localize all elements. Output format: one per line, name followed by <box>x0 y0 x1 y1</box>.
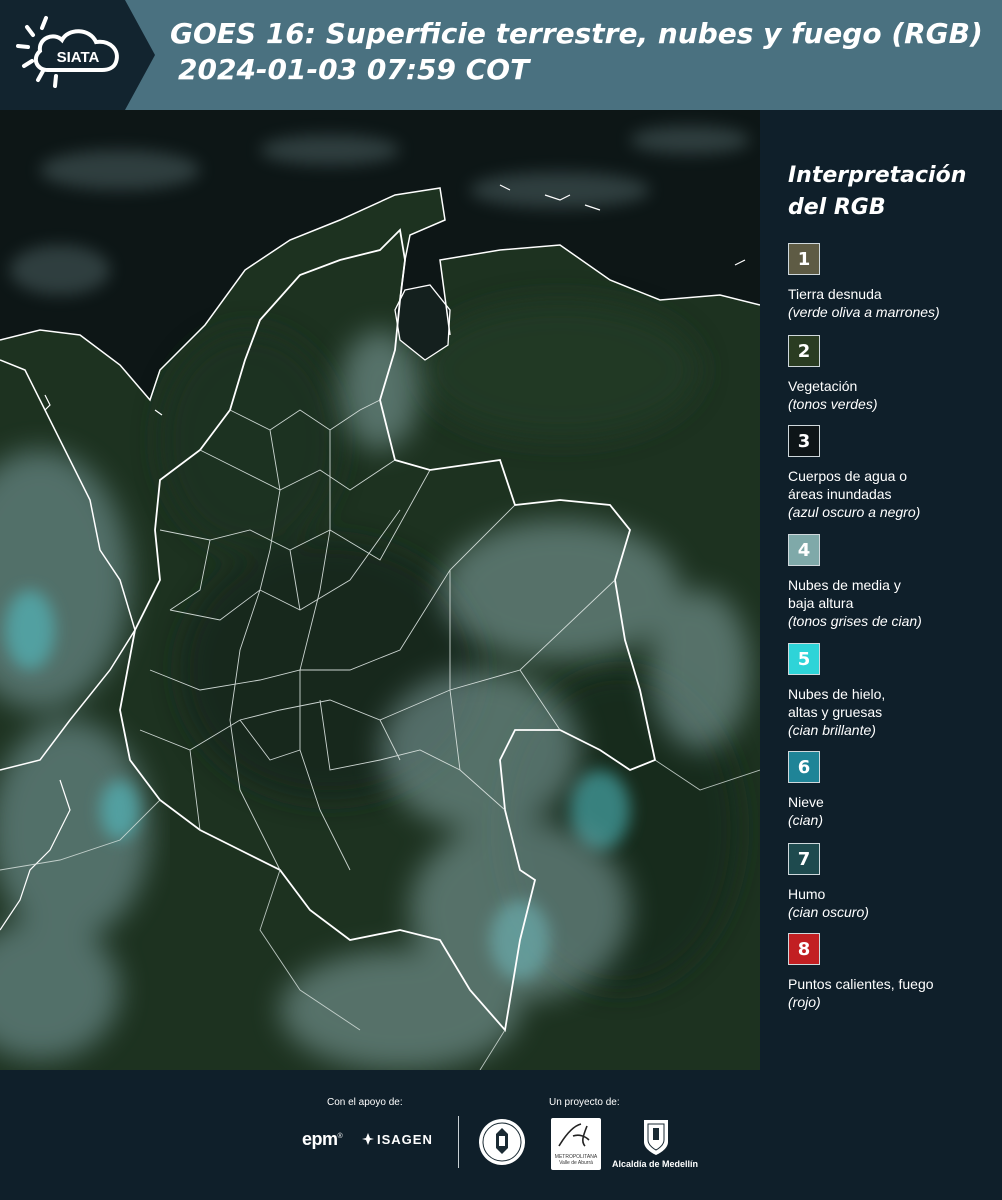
legend-label: Puntos calientes, fuego <box>788 975 998 993</box>
legend-swatch: 4 <box>788 534 820 566</box>
legend-item-vegetation: 2 Vegetación (tonos verdes) <box>788 335 998 413</box>
legend-label: Tierra desnuda <box>788 285 998 303</box>
isagen-mark-icon <box>362 1133 374 1145</box>
legend-label-line: Nieve <box>788 794 824 810</box>
title-product: GOES 16: Superficie terrestre, nubes y f… <box>170 17 983 50</box>
legend-note: (cian brillante) <box>788 722 876 738</box>
legend-label: Nubes de hielo, altas y gruesas <box>788 685 998 721</box>
satellite-map[interactable] <box>0 110 760 1070</box>
footer: Con el apoyo de: Un proyecto de: epm® IS… <box>0 1070 1002 1200</box>
logo-text: SIATA <box>57 49 100 66</box>
legend-label-line: Tierra desnuda <box>788 286 882 302</box>
legend-note: (rojo) <box>788 994 821 1010</box>
legend-swatch: 6 <box>788 751 820 783</box>
area-logo-icon <box>558 1123 590 1147</box>
siata-logo[interactable]: SIATA <box>0 0 155 110</box>
legend-note: (cian oscuro) <box>788 904 869 920</box>
legend-item-low-clouds: 4 Nubes de media y baja altura (tonos gr… <box>788 534 998 630</box>
title-timestamp: 2024-01-03 07:59 COT <box>178 53 530 86</box>
legend-item-smoke: 7 Humo (cian oscuro) <box>788 843 998 921</box>
legend-label: Cuerpos de agua o áreas inundadas <box>788 467 998 503</box>
legend-label-line: altas y gruesas <box>788 704 883 720</box>
medellin-shield-icon[interactable] <box>642 1118 670 1156</box>
alcaldia-label: Alcaldía de Medellín <box>612 1159 699 1169</box>
legend-swatch: 8 <box>788 933 820 965</box>
legend-label-line: Cuerpos de agua o <box>788 468 908 484</box>
legend-item-water: 3 Cuerpos de agua o áreas inundadas (azu… <box>788 425 998 521</box>
legend-swatch: 1 <box>788 243 820 275</box>
legend-label-line: Nubes de hielo, <box>788 686 886 702</box>
legend-label: Nubes de media y baja altura <box>788 576 998 612</box>
legend-item-ice-clouds: 5 Nubes de hielo, altas y gruesas (cian … <box>788 643 998 739</box>
legend-item-bare-soil: 1 Tierra desnuda (verde oliva a marrones… <box>788 243 998 321</box>
legend-note: (tonos verdes) <box>788 396 878 412</box>
legend-item-fire: 8 Puntos calientes, fuego (rojo) <box>788 933 998 1011</box>
legend-label-line: Nubes de media y <box>788 577 901 593</box>
area-metropolitana-logo[interactable]: METROPOLITANA Valle de Aburrá <box>551 1118 601 1170</box>
legend-swatch: 5 <box>788 643 820 675</box>
legend-title: Interpretación del RGB <box>788 160 966 224</box>
legend-label: Vegetación <box>788 377 998 395</box>
legend-label: Humo <box>788 885 998 903</box>
area-logo-caption: METROPOLITANA Valle de Aburrá <box>551 1154 601 1166</box>
epm-logo[interactable]: epm® <box>302 1129 343 1150</box>
rgb-legend: Interpretación del RGB 1 Tierra desnuda … <box>775 110 1002 1070</box>
legend-swatch: 3 <box>788 425 820 457</box>
legend-label-line: Vegetación <box>788 378 858 394</box>
siata-logo-icon: SIATA <box>0 0 155 110</box>
legend-label-line: Humo <box>788 886 826 902</box>
university-seal-icon[interactable] <box>478 1118 526 1166</box>
project-label: Un proyecto de: <box>549 1097 620 1108</box>
page-title: GOES 16: Superficie terrestre, nubes y f… <box>170 16 983 88</box>
legend-item-snow: 6 Nieve (cian) <box>788 751 998 829</box>
footer-divider <box>458 1116 459 1168</box>
isagen-logo[interactable]: ISAGEN <box>362 1132 433 1147</box>
legend-label: Nieve <box>788 793 998 811</box>
legend-swatch: 2 <box>788 335 820 367</box>
header-bar: SIATA GOES 16: Superficie terrestre, nub… <box>0 0 1002 110</box>
support-label: Con el apoyo de: <box>327 1097 403 1108</box>
legend-note: (tonos grises de cian) <box>788 613 922 629</box>
legend-title-line2: del RGB <box>788 195 886 220</box>
rgb-composite-image <box>0 110 760 1070</box>
legend-label-line: baja altura <box>788 595 854 611</box>
legend-label-line: Puntos calientes, fuego <box>788 976 934 992</box>
isagen-logo-text: ISAGEN <box>377 1132 433 1147</box>
legend-note: (verde oliva a marrones) <box>788 304 940 320</box>
legend-note: (azul oscuro a negro) <box>788 504 921 520</box>
legend-label-line: áreas inundadas <box>788 486 892 502</box>
legend-note: (cian) <box>788 812 824 828</box>
legend-swatch: 7 <box>788 843 820 875</box>
legend-title-line1: Interpretación <box>788 163 967 188</box>
epm-logo-text: epm <box>302 1129 338 1149</box>
area-caption-line: Valle de Aburrá <box>559 1160 593 1166</box>
